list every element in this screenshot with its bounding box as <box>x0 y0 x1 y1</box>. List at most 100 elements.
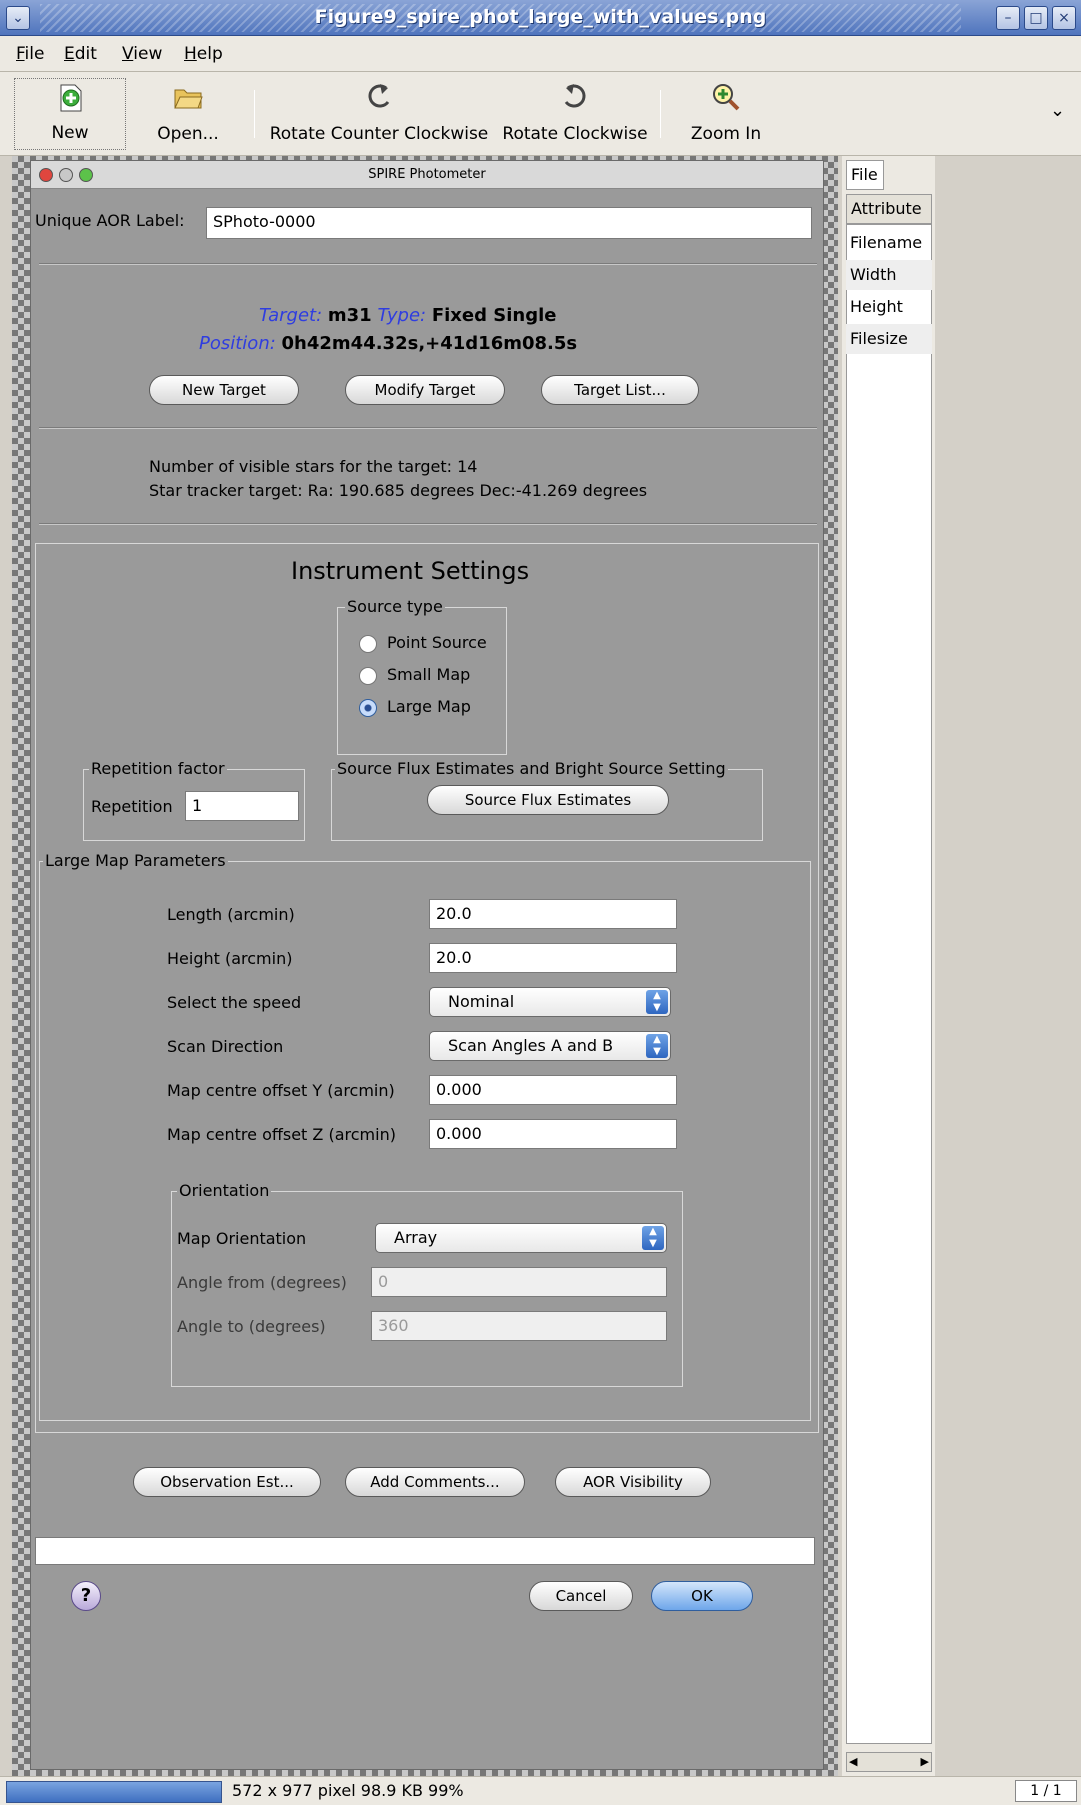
attribute-column-header[interactable]: Attribute <box>846 194 932 224</box>
rotate-clockwise-button[interactable]: Rotate Clockwise <box>500 78 650 150</box>
image-viewport[interactable]: SPIRE Photometer Unique AOR Label: SPhot… <box>12 156 838 1776</box>
offset-y-label: Map centre offset Y (arcmin) <box>167 1081 395 1100</box>
rotate-counter-clockwise-button[interactable]: Rotate Counter Clockwise <box>268 78 490 150</box>
target-line: Target: m31 Type: Fixed Single <box>259 305 557 326</box>
select-arrows-icon: ▲ ▼ <box>646 1034 668 1058</box>
menu-view[interactable]: View <box>122 44 162 64</box>
offset-y-input[interactable]: 0.000 <box>429 1075 677 1105</box>
rotate-ccw-icon <box>368 84 390 108</box>
open-button[interactable]: Open... <box>148 78 228 150</box>
horizontal-scrollbar[interactable]: ◀ ▶ <box>846 1752 932 1772</box>
speed-label: Select the speed <box>167 993 302 1012</box>
spire-photometer-dialog: SPIRE Photometer Unique AOR Label: SPhot… <box>30 160 824 1770</box>
target-position: 0h42m44.32s,+41d16m08.5s <box>281 333 578 354</box>
repetition-input[interactable]: 1 <box>185 791 299 821</box>
scroll-right-icon[interactable]: ▶ <box>921 1755 929 1768</box>
modify-target-button[interactable]: Modify Target <box>345 375 505 405</box>
new-file-icon <box>60 84 82 112</box>
dialog-title-bar: SPIRE Photometer <box>31 161 823 189</box>
angle-to-label: Angle to (degrees) <box>177 1317 326 1336</box>
angle-from-input[interactable]: 0 <box>371 1267 667 1297</box>
radio-point-source[interactable] <box>359 635 377 653</box>
status-message-field <box>35 1537 815 1565</box>
visible-stars-text: Number of visible stars for the target: … <box>149 457 478 476</box>
separator <box>39 523 817 525</box>
star-tracker-text: Star tracker target: Ra: 190.685 degrees… <box>149 481 648 500</box>
height-label: Height (arcmin) <box>167 949 293 968</box>
source-type-title: Source type <box>345 597 445 616</box>
close-dot-icon[interactable] <box>39 168 53 182</box>
target-name: m31 <box>327 305 372 326</box>
angle-from-label: Angle from (degrees) <box>177 1273 347 1292</box>
toolbar-overflow-chevron-icon[interactable]: ⌄ <box>1050 100 1065 121</box>
zoom-in-icon <box>713 84 740 111</box>
zoom-dot-icon[interactable] <box>79 168 93 182</box>
close-icon[interactable]: × <box>1052 6 1076 30</box>
point-source-label: Point Source <box>387 633 487 652</box>
side-panel: File Attribute Filename Width Height Fil… <box>842 156 935 1776</box>
instrument-settings-heading: Instrument Settings <box>291 557 530 585</box>
dialog-title: SPIRE Photometer <box>368 167 486 182</box>
progress-bar <box>6 1781 222 1803</box>
attribute-row-height[interactable]: Height <box>846 292 932 322</box>
attribute-row-filename[interactable]: Filename <box>846 228 932 258</box>
attribute-row-width[interactable]: Width <box>846 260 932 290</box>
observation-est-button[interactable]: Observation Est... <box>133 1467 321 1497</box>
new-button[interactable]: New <box>14 78 126 150</box>
select-arrows-icon: ▲ ▼ <box>646 990 668 1014</box>
angle-to-input[interactable]: 360 <box>371 1311 667 1341</box>
attribute-row-filesize[interactable]: Filesize <box>846 324 932 354</box>
minimize-dot-icon[interactable] <box>59 168 73 182</box>
ok-button[interactable]: OK <box>651 1581 753 1611</box>
offset-z-label: Map centre offset Z (arcmin) <box>167 1125 396 1144</box>
speed-select[interactable]: Nominal ▲ ▼ <box>429 987 671 1017</box>
menu-file[interactable]: File <box>16 44 44 64</box>
aor-visibility-button[interactable]: AOR Visibility <box>555 1467 711 1497</box>
scan-direction-label: Scan Direction <box>167 1037 284 1056</box>
repetition-factor-title: Repetition factor <box>89 759 227 778</box>
position-line: Position: 0h42m44.32s,+41d16m08.5s <box>199 333 578 354</box>
large-map-label: Large Map <box>387 697 471 716</box>
select-arrows-icon: ▲ ▼ <box>642 1226 664 1250</box>
new-target-button[interactable]: New Target <box>149 375 299 405</box>
height-input[interactable]: 20.0 <box>429 943 677 973</box>
menu-help[interactable]: Help <box>184 44 223 64</box>
maximize-icon[interactable]: □ <box>1024 6 1048 30</box>
radio-small-map[interactable] <box>359 667 377 685</box>
scroll-left-icon[interactable]: ◀ <box>849 1755 857 1768</box>
help-icon[interactable]: ? <box>71 1581 101 1611</box>
aor-label-input[interactable]: SPhoto-0000 <box>206 207 812 239</box>
cancel-button[interactable]: Cancel <box>529 1581 633 1611</box>
radio-large-map[interactable] <box>359 699 377 717</box>
scan-direction-select[interactable]: Scan Angles A and B ▲ ▼ <box>429 1031 671 1061</box>
source-flux-estimates-button[interactable]: Source Flux Estimates <box>427 785 669 815</box>
menu-edit[interactable]: Edit <box>64 44 97 64</box>
window-title: Figure9_spire_phot_large_with_values.png <box>314 6 767 28</box>
zoom-in-button[interactable]: Zoom In <box>680 78 772 150</box>
menu-bar: File Edit View Help <box>0 36 1081 72</box>
source-flux-title: Source Flux Estimates and Bright Source … <box>335 759 728 778</box>
aor-label: Unique AOR Label: <box>35 211 185 230</box>
image-info-text: 572 x 977 pixel 98.9 KB 99% <box>232 1781 464 1800</box>
orientation-title: Orientation <box>177 1181 272 1200</box>
minimize-icon[interactable]: – <box>996 6 1020 30</box>
add-comments-button[interactable]: Add Comments... <box>345 1467 525 1497</box>
folder-icon <box>174 89 203 109</box>
offset-z-input[interactable]: 0.000 <box>429 1119 677 1149</box>
attribute-list <box>846 224 932 1744</box>
window-title-bar: ⌄ Figure9_spire_phot_large_with_values.p… <box>0 0 1081 36</box>
small-map-label: Small Map <box>387 665 471 684</box>
page-indicator: 1 / 1 <box>1015 1780 1077 1802</box>
length-input[interactable]: 20.0 <box>429 899 677 929</box>
map-orientation-label: Map Orientation <box>177 1229 307 1248</box>
length-label: Length (arcmin) <box>167 905 295 924</box>
tab-file[interactable]: File <box>846 160 884 190</box>
target-type: Fixed Single <box>431 305 557 326</box>
toolbar-separator <box>660 90 661 138</box>
status-bar: 572 x 977 pixel 98.9 KB 99% 1 / 1 <box>0 1776 1081 1805</box>
separator <box>39 427 817 429</box>
repetition-label: Repetition <box>91 797 173 816</box>
map-orientation-select[interactable]: Array ▲ ▼ <box>375 1223 667 1253</box>
toolbar: New Open... Rotate Counter Clockwise Rot… <box>0 72 1081 156</box>
target-list-button[interactable]: Target List... <box>541 375 699 405</box>
